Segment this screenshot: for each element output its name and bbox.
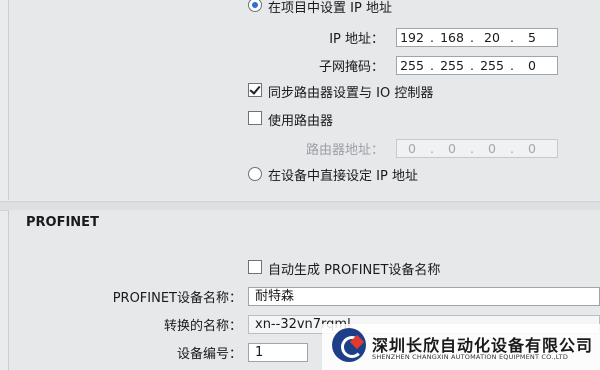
mask-octet-3: 255 [480,58,504,73]
sync-router-checkbox[interactable] [248,83,262,97]
router-octet-2: 0 [448,141,456,156]
ip-octet-3: 20 [484,30,500,45]
mask-dot: . [470,58,474,73]
subnet-mask-label: 子网掩码： [318,60,384,75]
company-watermark: 深圳长欣自动化设备有限公司 SHENZHEN CHANGXIN AUTOMATI… [322,324,600,370]
ip-octet-1: 192 [400,30,424,45]
subnet-mask-input[interactable]: 255. 255. 255. 0 [396,56,558,75]
ip-address-label: IP 地址： [329,32,384,47]
company-logo-icon [332,328,366,362]
device-name-input[interactable]: 耐特森 [248,287,600,306]
mask-octet-4: 0 [528,58,536,73]
router-dot: . [430,141,434,156]
mask-dot: . [510,58,514,73]
device-number-label: 设备编号： [176,347,242,362]
router-address-label: 路由器地址： [305,143,384,158]
set-ip-in-project-label: 在项目中设置 IP 地址 [268,1,392,16]
ip-address-input[interactable]: 192. 168. 20. 5 [396,28,558,47]
router-octet-4: 0 [528,141,536,156]
router-address-input[interactable]: 0. 0. 0. 0 [396,139,558,158]
ip-dot: . [430,30,434,45]
ip-dot: . [510,30,514,45]
router-octet-1: 0 [408,141,416,156]
set-ip-on-device-label: 在设备中直接设定 IP 地址 [268,169,418,184]
auto-generate-name-label: 自动生成 PROFINET设备名称 [268,263,441,278]
mask-octet-2: 255 [440,58,464,73]
ip-octet-2: 168 [440,30,464,45]
set-ip-on-device-radio[interactable] [248,167,262,181]
ip-dot: . [470,30,474,45]
router-dot: . [510,141,514,156]
auto-generate-name-checkbox[interactable] [248,260,262,274]
profinet-section-title: PROFINET [26,215,99,230]
watermark-company-en: SHENZHEN CHANGXIN AUTOMATION EQUIPMENT C… [372,353,569,361]
router-dot: . [470,141,474,156]
mask-dot: . [430,58,434,73]
mask-octet-1: 255 [400,58,424,73]
device-name-label: PROFINET设备名称： [112,291,242,306]
sync-router-label: 同步路由器设置与 IO 控制器 [268,86,434,101]
device-number-input[interactable]: 1 [248,343,308,362]
converted-name-label: 转换的名称： [163,319,242,334]
use-router-checkbox[interactable] [248,111,262,125]
ip-octet-4: 5 [528,30,536,45]
router-octet-3: 0 [488,141,496,156]
use-router-label: 使用路由器 [268,114,334,129]
